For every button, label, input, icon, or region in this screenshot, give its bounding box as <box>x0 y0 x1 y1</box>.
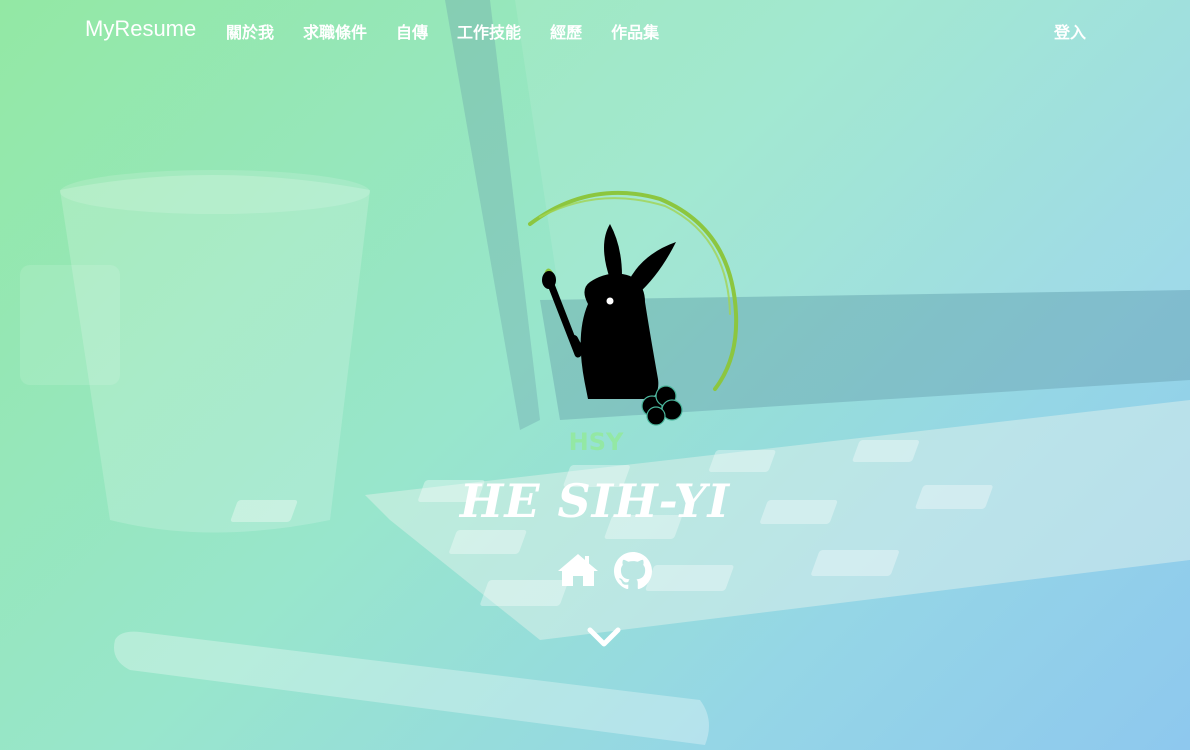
hero-section: MyResume 關於我 求職條件 自傳 工作技能 經歷 作品集 登入 HSY … <box>0 0 1190 750</box>
login-link[interactable]: 登入 <box>1054 19 1086 43</box>
svg-text:HSY: HSY <box>569 428 624 456</box>
github-link[interactable] <box>614 552 652 594</box>
nav-item-skills[interactable]: 工作技能 <box>457 19 521 43</box>
nav-item-autobiography[interactable]: 自傳 <box>396 19 428 43</box>
brand-link[interactable]: MyResume <box>85 16 196 42</box>
nav-item-job-conditions[interactable]: 求職條件 <box>303 19 367 43</box>
social-links <box>556 552 652 594</box>
top-navbar: MyResume 關於我 求職條件 自傳 工作技能 經歷 作品集 登入 <box>0 0 1190 60</box>
hsy-logo: HSY <box>487 190 739 456</box>
github-icon <box>614 552 652 590</box>
nav-item-portfolio[interactable]: 作品集 <box>611 19 659 43</box>
chevron-down-icon[interactable] <box>586 622 622 652</box>
nav-menu: 關於我 求職條件 自傳 工作技能 經歷 作品集 <box>226 19 688 43</box>
nav-item-experience[interactable]: 經歷 <box>550 19 582 43</box>
home-link[interactable] <box>556 552 600 594</box>
hero-name-title: HE SIH-YI <box>459 474 731 528</box>
nav-item-about[interactable]: 關於我 <box>226 19 274 43</box>
home-icon <box>558 554 598 586</box>
